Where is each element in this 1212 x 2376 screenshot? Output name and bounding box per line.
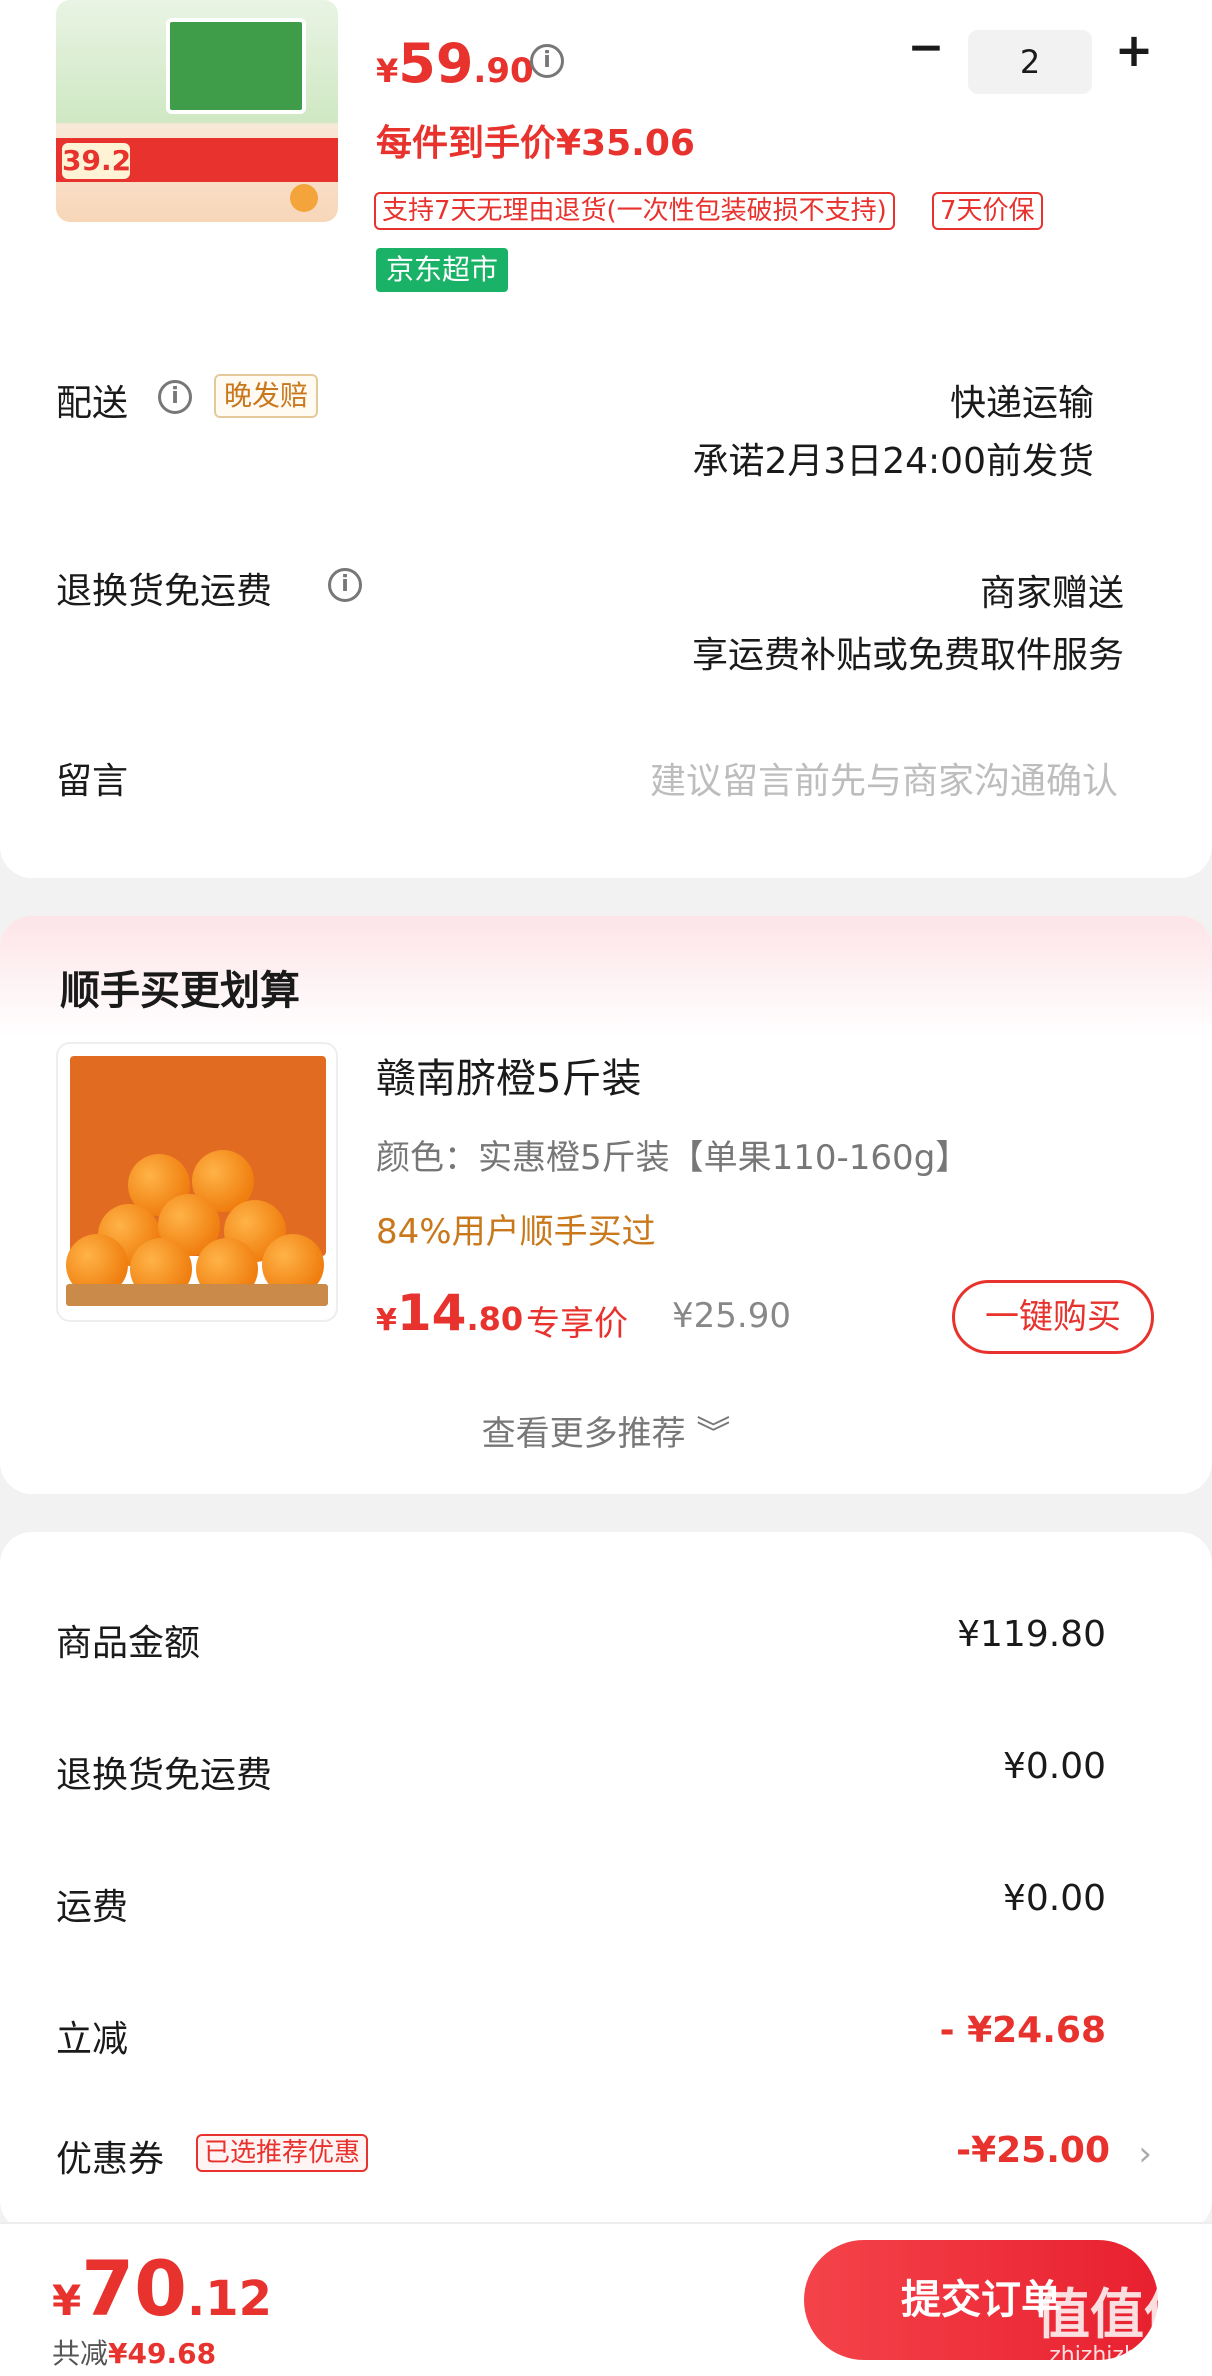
wooden-tray bbox=[66, 1284, 328, 1306]
delivery-promise: 承诺2月3日24:00前发货 bbox=[692, 441, 1094, 482]
message-input[interactable]: 建议留言前先与商家沟通确认 bbox=[650, 752, 1118, 804]
watermark-site: zhizhizhi.com bbox=[1049, 2343, 1198, 2368]
per-item-deal-price: 每件到手价¥35.06 bbox=[376, 123, 695, 164]
more-recommendations-link[interactable]: 查看更多推荐 ︾ bbox=[0, 1406, 1212, 1455]
instant-discount-label: 立减 bbox=[56, 2019, 129, 2060]
return-shipping-info-icon[interactable]: i bbox=[328, 568, 362, 602]
price-protection-tag: 7天价保 bbox=[932, 192, 1043, 230]
thumb-price-badge: 39.2 bbox=[62, 143, 132, 179]
original-price: ¥25.90 bbox=[672, 1296, 791, 1336]
product-price: ¥59.90 bbox=[376, 32, 534, 95]
delivery-label: 配送 bbox=[56, 383, 129, 424]
total-saved: 共减¥49.68 bbox=[52, 2337, 217, 2370]
exclusive-price-label: 专享价 bbox=[526, 1304, 628, 1344]
coupon-value[interactable]: -¥25.00 bbox=[956, 2130, 1110, 2171]
return-shipping-fee-label: 退换货免运费 bbox=[56, 1755, 273, 1796]
delivery-method[interactable]: 快递运输 bbox=[950, 374, 1094, 426]
coupon-label: 优惠券 bbox=[56, 2139, 165, 2180]
recommend-price: ¥14.80 bbox=[376, 1284, 524, 1342]
delivery-info-icon[interactable]: i bbox=[158, 380, 192, 414]
shipping-fee-label: 运费 bbox=[56, 1887, 129, 1928]
recommend-product-spec[interactable]: 颜色：实惠橙5斤装【单果110-160g】 bbox=[376, 1130, 969, 1179]
lottery-coin-icon bbox=[290, 184, 318, 212]
return-shipping-fee-value: ¥0.00 bbox=[1002, 1746, 1106, 1787]
price-info-icon[interactable]: i bbox=[530, 44, 564, 78]
milk-box-graphic bbox=[166, 18, 306, 114]
one-click-buy-button[interactable]: 一键购买 bbox=[952, 1280, 1154, 1354]
quantity-input[interactable]: 2 bbox=[968, 30, 1092, 94]
return-shipping-label: 退换货免运费 bbox=[56, 571, 273, 612]
recommended-coupon-tag: 已选推荐优惠 bbox=[196, 2134, 369, 2172]
watermark-logo: 值值值 bbox=[1036, 2283, 1198, 2346]
recommend-social-proof: 84%用户顺手买过 bbox=[376, 1212, 656, 1252]
jd-supermarket-tag: 京东超市 bbox=[376, 248, 509, 292]
orange-product-image[interactable] bbox=[56, 1042, 338, 1322]
return-shipping-provider: 商家赠送 bbox=[979, 573, 1124, 614]
recommend-product-title[interactable]: 赣南脐橙5斤装 bbox=[376, 1046, 641, 1104]
goods-amount-label: 商品金额 bbox=[56, 1623, 201, 1664]
message-label: 留言 bbox=[56, 761, 129, 802]
return-shipping-desc: 享运费补贴或免费取件服务 bbox=[691, 635, 1124, 676]
quantity-increase-button[interactable]: + bbox=[1112, 27, 1156, 74]
quantity-decrease-button[interactable]: − bbox=[906, 26, 946, 70]
watermark: 值值值 zhizhizhi.com bbox=[1036, 2283, 1198, 2369]
recommend-section-title: 顺手买更划算 bbox=[60, 968, 300, 1014]
goods-amount-value: ¥119.80 bbox=[957, 1614, 1106, 1655]
chevron-right-icon[interactable]: › bbox=[1138, 2134, 1152, 2174]
order-item-card: 39.2 ¥59.90 i − 2 + 每件到手价¥35.06 支持7天无理由退… bbox=[0, 0, 1212, 878]
order-total: ¥70.12 bbox=[52, 2244, 273, 2333]
shipping-fee-value: ¥0.00 bbox=[1002, 1878, 1106, 1919]
return-policy-tag: 支持7天无理由退货(一次性包装破损不支持) bbox=[374, 192, 895, 230]
late-compensation-tag: 晚发赔 bbox=[214, 374, 319, 418]
instant-discount-value: - ¥24.68 bbox=[939, 2010, 1106, 2051]
milk-product-image[interactable]: 39.2 bbox=[56, 0, 338, 222]
